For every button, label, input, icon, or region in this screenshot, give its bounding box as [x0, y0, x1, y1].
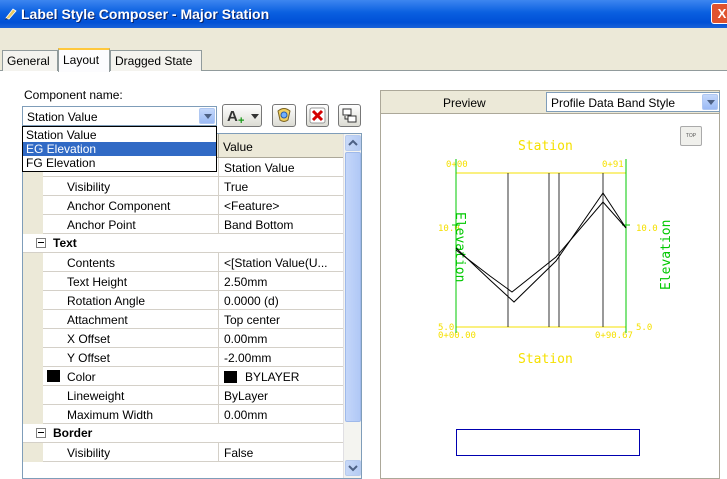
property-grid[interactable]: Value NameStation Value VisibilityTrue A…: [22, 133, 362, 479]
table-row[interactable]: Color BYLAYER: [23, 367, 343, 386]
property-value[interactable]: <[Station Value(U...: [224, 256, 328, 270]
component-order-icon: [342, 108, 357, 123]
property-name: Visibility: [67, 180, 111, 194]
property-value[interactable]: Band Bottom: [224, 218, 293, 232]
title-bar: Label Style Composer - Major Station X: [0, 0, 727, 28]
preview-area: [380, 114, 720, 479]
copy-component-button[interactable]: [272, 104, 296, 127]
delete-component-button[interactable]: [306, 104, 329, 127]
property-value[interactable]: -2.00mm: [224, 351, 271, 365]
property-name: Text Height: [67, 275, 128, 289]
table-row[interactable]: Maximum Width 0.00mm: [23, 405, 343, 424]
property-value[interactable]: 0.0000 (d): [224, 294, 279, 308]
collapse-icon[interactable]: [36, 428, 46, 438]
close-icon: X: [717, 6, 727, 21]
value-column-header: Value: [223, 140, 253, 154]
property-name: Contents: [67, 256, 116, 270]
property-name: Rotation Angle: [67, 294, 146, 308]
table-row[interactable]: Visibility False: [23, 443, 343, 462]
table-row[interactable]: Y Offset -2.00mm: [23, 348, 343, 367]
table-row[interactable]: Anchor Point Band Bottom: [23, 215, 343, 234]
color-swatch: [47, 370, 60, 382]
table-row[interactable]: Text Height 2.50mm: [23, 272, 343, 291]
window-title: Label Style Composer - Major Station: [21, 6, 270, 22]
table-row[interactable]: Attachment Top center: [23, 310, 343, 329]
svg-text:A: A: [227, 108, 238, 125]
preview-header: Preview Profile Data Band Style: [380, 90, 720, 114]
scroll-down-button[interactable]: [345, 460, 361, 476]
property-value[interactable]: 0.00mm: [224, 408, 267, 422]
table-row[interactable]: Visibility True: [23, 177, 343, 196]
table-row[interactable]: Anchor Component <Feature>: [23, 196, 343, 215]
vertical-scrollbar[interactable]: [343, 134, 361, 478]
close-button[interactable]: X: [711, 3, 727, 24]
top-view-label: TOP: [685, 133, 697, 139]
property-name: Color: [67, 370, 96, 384]
table-row[interactable]: Lineweight ByLayer: [23, 386, 343, 405]
top-view-button[interactable]: TOP: [680, 126, 702, 146]
property-name: Anchor Component: [67, 199, 171, 213]
chevron-down-icon: [348, 465, 358, 472]
property-name: Y Offset: [67, 351, 110, 365]
property-value[interactable]: Top center: [224, 313, 280, 327]
delete-icon: [309, 107, 326, 124]
preview-style-value: Profile Data Band Style: [551, 96, 676, 110]
property-value[interactable]: True: [224, 180, 248, 194]
label-preview-box: [456, 429, 640, 456]
property-name: Visibility: [67, 446, 111, 460]
tab-general-label: General: [7, 54, 50, 68]
property-value[interactable]: ByLayer: [224, 389, 268, 403]
add-component-button[interactable]: A +: [222, 104, 262, 127]
preview-style-select[interactable]: Profile Data Band Style: [546, 92, 720, 112]
property-name: Attachment: [67, 313, 128, 327]
category-label: Border: [53, 426, 93, 440]
property-value[interactable]: BYLAYER: [224, 370, 299, 384]
scroll-thumb[interactable]: [345, 152, 361, 422]
component-name-label: Component name:: [24, 88, 123, 102]
add-text-icon: A +: [227, 108, 259, 125]
color-value: BYLAYER: [245, 370, 300, 384]
chevron-down-icon[interactable]: [199, 108, 215, 124]
property-value[interactable]: 2.50mm: [224, 275, 267, 289]
property-value[interactable]: False: [224, 446, 253, 460]
category-label: Text: [53, 236, 77, 250]
property-name: X Offset: [67, 332, 111, 346]
table-row[interactable]: Rotation Angle 0.0000 (d): [23, 291, 343, 310]
copy-component-icon: [277, 108, 291, 122]
svg-text:+: +: [238, 115, 244, 125]
chevron-down-icon[interactable]: [702, 94, 718, 110]
category-row-border[interactable]: Border: [23, 424, 343, 443]
property-name: Anchor Point: [67, 218, 136, 232]
table-row[interactable]: Contents <[Station Value(U...: [23, 253, 343, 272]
preview-label: Preview: [443, 96, 486, 110]
dropdown-option-selected[interactable]: EG Elevation: [23, 142, 216, 156]
property-value[interactable]: <Feature>: [224, 199, 279, 213]
app-icon: [5, 8, 17, 20]
property-name: Maximum Width: [67, 408, 154, 422]
property-value[interactable]: 0.00mm: [224, 332, 267, 346]
component-name-value: Station Value: [27, 110, 98, 124]
table-row[interactable]: X Offset 0.00mm: [23, 329, 343, 348]
component-dropdown-list[interactable]: Station Value EG Elevation FG Elevation: [22, 126, 217, 172]
dropdown-option[interactable]: FG Elevation: [23, 156, 216, 170]
property-value[interactable]: Station Value: [224, 161, 295, 175]
component-order-button[interactable]: [338, 104, 361, 127]
component-name-select[interactable]: Station Value: [22, 106, 217, 126]
tab-layout[interactable]: Layout: [58, 48, 110, 72]
category-row-text[interactable]: Text: [23, 234, 343, 253]
tab-general[interactable]: General: [2, 50, 58, 71]
color-swatch: [224, 371, 237, 383]
property-name: Lineweight: [67, 389, 125, 403]
dropdown-option[interactable]: Station Value: [23, 128, 216, 142]
scroll-up-button[interactable]: [345, 135, 361, 151]
tab-layout-label: Layout: [63, 53, 100, 67]
collapse-icon[interactable]: [36, 238, 46, 248]
tab-dragged-state[interactable]: Dragged State: [110, 50, 202, 71]
tab-dragged-state-label: Dragged State: [115, 54, 193, 68]
chevron-up-icon: [348, 139, 358, 146]
